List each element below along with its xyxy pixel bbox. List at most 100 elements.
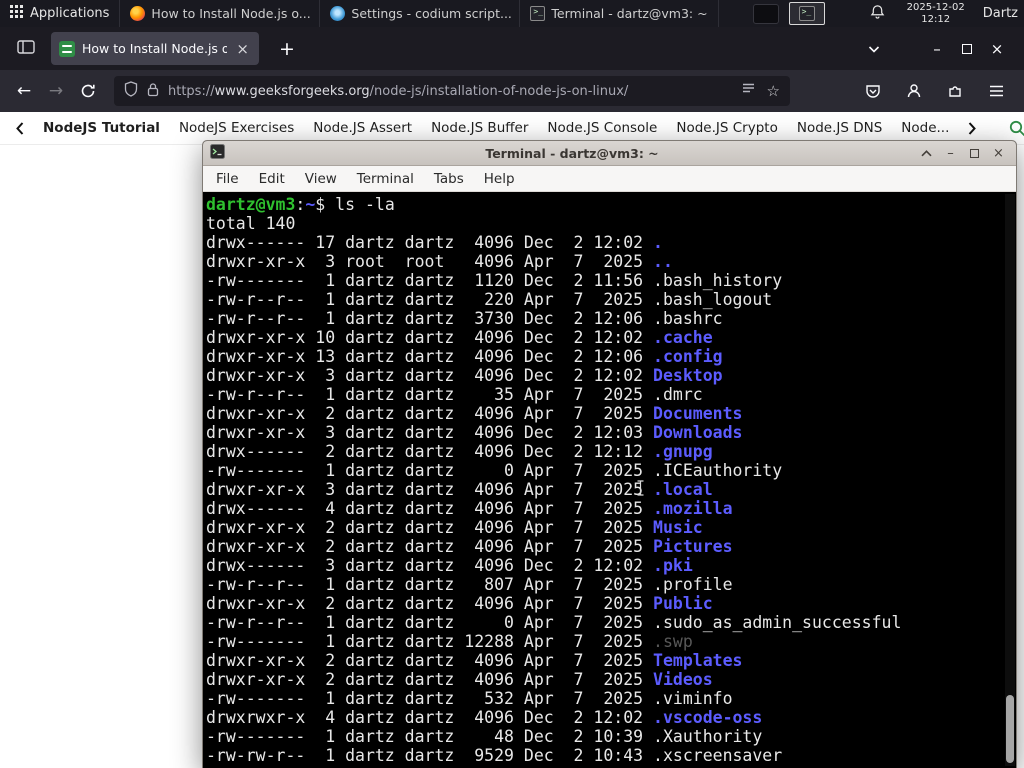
terminal-output-line: drwxr-xr-x 3 dartz dartz 4096 Dec 2 12:0… <box>206 423 743 442</box>
clock-time: 12:12 <box>921 13 951 25</box>
terminal-tray-button[interactable] <box>788 2 825 25</box>
terminal-screen[interactable]: dartz@vm3:~$ ls -la total 140 drwx------… <box>203 192 1016 768</box>
account-icon[interactable] <box>898 76 930 106</box>
terminal-output-line: drwxr-xr-x 2 dartz dartz 4096 Apr 7 2025… <box>206 651 743 670</box>
menu-hamburger-icon[interactable] <box>980 76 1012 106</box>
bookmark-star-icon[interactable]: ☆ <box>767 82 780 100</box>
terminal-menubar: File Edit View Terminal Tabs Help <box>203 166 1016 192</box>
terminal-output-line: drwxr-xr-x 13 dartz dartz 4096 Dec 2 12:… <box>206 347 723 366</box>
clock-date: 2025-12-02 <box>906 2 965 13</box>
site-nav-link[interactable]: Node.JS Console <box>547 120 657 136</box>
terminal-output-line: drwx------ 3 dartz dartz 4096 Dec 2 12:0… <box>206 556 693 575</box>
forward-button[interactable]: → <box>40 76 72 106</box>
browser-tab-bar: How to Install Node.js on × + – × <box>0 27 1024 70</box>
terminal-output-line: drwxr-xr-x 2 dartz dartz 4096 Apr 7 2025… <box>206 404 743 423</box>
terminal-titlebar[interactable]: Terminal - dartz@vm3: ~ – × <box>203 141 1016 166</box>
site-nav-link[interactable]: Node.JS Buffer <box>431 120 528 136</box>
terminal-output-line: -rw------- 1 dartz dartz 0 Apr 7 2025 .I… <box>206 461 783 480</box>
terminal-rollup-button[interactable] <box>919 149 934 157</box>
terminal-output-line: -rw-r--r-- 1 dartz dartz 3730 Dec 2 12:0… <box>206 309 723 328</box>
pocket-icon[interactable] <box>857 76 889 106</box>
toolbar-right-icons <box>857 76 1016 106</box>
terminal-menu-file[interactable]: File <box>206 168 249 190</box>
terminal-menu-terminal[interactable]: Terminal <box>347 168 424 190</box>
applications-menu-button[interactable]: Applications <box>0 0 119 27</box>
panel-window-button[interactable]: Terminal - dartz@vm3: ~ <box>519 0 719 27</box>
window-controls: – × <box>868 40 1024 58</box>
terminal-close-button[interactable]: × <box>991 146 1006 161</box>
terminal-menu-edit[interactable]: Edit <box>249 168 295 190</box>
site-nav-link[interactable]: Node.JS Assert <box>313 120 412 136</box>
tab-list-chevron-icon[interactable] <box>868 45 880 53</box>
tab-close-icon[interactable]: × <box>234 40 251 58</box>
terminal-maximize-icon <box>970 148 979 158</box>
mouse-cursor <box>636 480 645 500</box>
terminal-menu-help[interactable]: Help <box>474 168 525 190</box>
terminal-prompt-line: dartz@vm3:~$ ls -la <box>206 195 395 214</box>
panel-tasklist: How to Install Node.js o... Settings - co… <box>119 0 719 27</box>
scrollbar-thumb[interactable] <box>1006 695 1014 763</box>
panel-window-title: Settings - codium script... <box>351 6 512 21</box>
site-nav-link[interactable]: Node.JS Crypto <box>676 120 777 136</box>
site-nav-link[interactable]: NodeJS Tutorial <box>43 120 160 136</box>
terminal-output-line: -rw-r--r-- 1 dartz dartz 35 Apr 7 2025 .… <box>206 385 703 404</box>
terminal-output-line: -rw-r--r-- 1 dartz dartz 807 Apr 7 2025 … <box>206 575 733 594</box>
extensions-icon[interactable] <box>939 76 971 106</box>
window-maximize-button[interactable] <box>952 40 982 58</box>
site-nav-link[interactable]: NodeJS Exercises <box>179 120 294 136</box>
typed-command: ls -la <box>325 195 395 214</box>
terminal-output-line: drwxr-xr-x 3 dartz dartz 4096 Apr 7 2025… <box>206 480 713 499</box>
panel-window-title: How to Install Node.js o... <box>151 6 311 21</box>
window-minimize-button[interactable]: – <box>922 40 952 58</box>
browser-toolbar: ← → https://www.geeksforgeeks.org/node-j… <box>0 70 1024 112</box>
panel-clock[interactable]: 2025-12-02 12:12 <box>897 2 975 25</box>
panel-window-box[interactable] <box>752 3 779 24</box>
terminal-menu-tabs[interactable]: Tabs <box>424 168 474 190</box>
panel-window-title: Terminal - dartz@vm3: ~ <box>551 6 708 21</box>
terminal-maximize-button[interactable] <box>967 148 982 158</box>
terminal-output-line: drwxr-xr-x 2 dartz dartz 4096 Apr 7 2025… <box>206 537 733 556</box>
settings-icon <box>330 6 346 21</box>
urlbar-end-icons: ☆ <box>742 82 780 101</box>
browser-tab[interactable]: How to Install Node.js on × <box>51 32 259 65</box>
firefox-icon <box>130 6 146 21</box>
lock-icon[interactable] <box>147 82 159 101</box>
terminal-output-line: drwxr-xr-x 10 dartz dartz 4096 Dec 2 12:… <box>206 328 713 347</box>
terminal-output-line: drwx------ 17 dartz dartz 4096 Dec 2 12:… <box>206 233 663 252</box>
site-nav-link[interactable]: Node.JS DNS <box>797 120 882 136</box>
site-nav-forward-chevron[interactable] <box>968 121 977 135</box>
site-nav-link[interactable]: Node... <box>901 120 949 136</box>
url-bar[interactable]: https://www.geeksforgeeks.org/node-js/in… <box>114 76 790 106</box>
terminal-output-line: -rw-r--r-- 1 dartz dartz 0 Apr 7 2025 .s… <box>206 613 902 632</box>
terminal-minimize-button[interactable]: – <box>943 146 958 161</box>
terminal-output-line: -rw------- 1 dartz dartz 1120 Dec 2 11:5… <box>206 271 783 290</box>
new-tab-button[interactable]: + <box>271 36 303 62</box>
terminal-listing: drwx------ 17 dartz dartz 4096 Dec 2 12:… <box>206 233 1016 765</box>
back-button[interactable]: ← <box>8 76 40 106</box>
reload-button[interactable] <box>72 76 104 106</box>
terminal-menu-view[interactable]: View <box>295 168 347 190</box>
panel-window-button[interactable]: How to Install Node.js o... <box>119 0 319 27</box>
tracking-shield-icon[interactable] <box>124 81 138 101</box>
terminal-tray-icon <box>798 6 815 21</box>
url-text[interactable]: https://www.geeksforgeeks.org/node-js/in… <box>168 83 733 99</box>
terminal-icon <box>530 6 546 21</box>
terminal-output-line: drwxr-xr-x 2 dartz dartz 4096 Apr 7 2025… <box>206 670 713 689</box>
terminal-title: Terminal - dartz@vm3: ~ <box>485 145 659 161</box>
site-search-icon[interactable] <box>1009 120 1024 137</box>
prompt-user: dartz@vm3 <box>206 195 296 214</box>
terminal-output-line: drwxrwxr-x 4 dartz dartz 4096 Dec 2 12:0… <box>206 708 763 727</box>
terminal-scrollbar[interactable] <box>1005 194 1015 766</box>
terminal-output-line: drwxr-xr-x 3 dartz dartz 4096 Dec 2 12:0… <box>206 366 723 385</box>
terminal-output-line: -rw-r--r-- 1 dartz dartz 220 Apr 7 2025 … <box>206 290 773 309</box>
reader-mode-icon[interactable] <box>742 82 755 101</box>
site-nav-back-chevron[interactable] <box>16 121 24 135</box>
firefox-view-icon <box>17 39 35 58</box>
notification-bell-button[interactable] <box>858 4 897 23</box>
window-close-button[interactable]: × <box>982 40 1012 58</box>
terminal-output-line: drwxr-xr-x 2 dartz dartz 4096 Apr 7 2025… <box>206 594 713 613</box>
firefox-view-button[interactable] <box>8 35 44 63</box>
panel-user-label[interactable]: Dartz <box>975 6 1024 21</box>
terminal-total-line: total 140 <box>206 214 296 233</box>
panel-window-button[interactable]: Settings - codium script... <box>319 0 519 27</box>
